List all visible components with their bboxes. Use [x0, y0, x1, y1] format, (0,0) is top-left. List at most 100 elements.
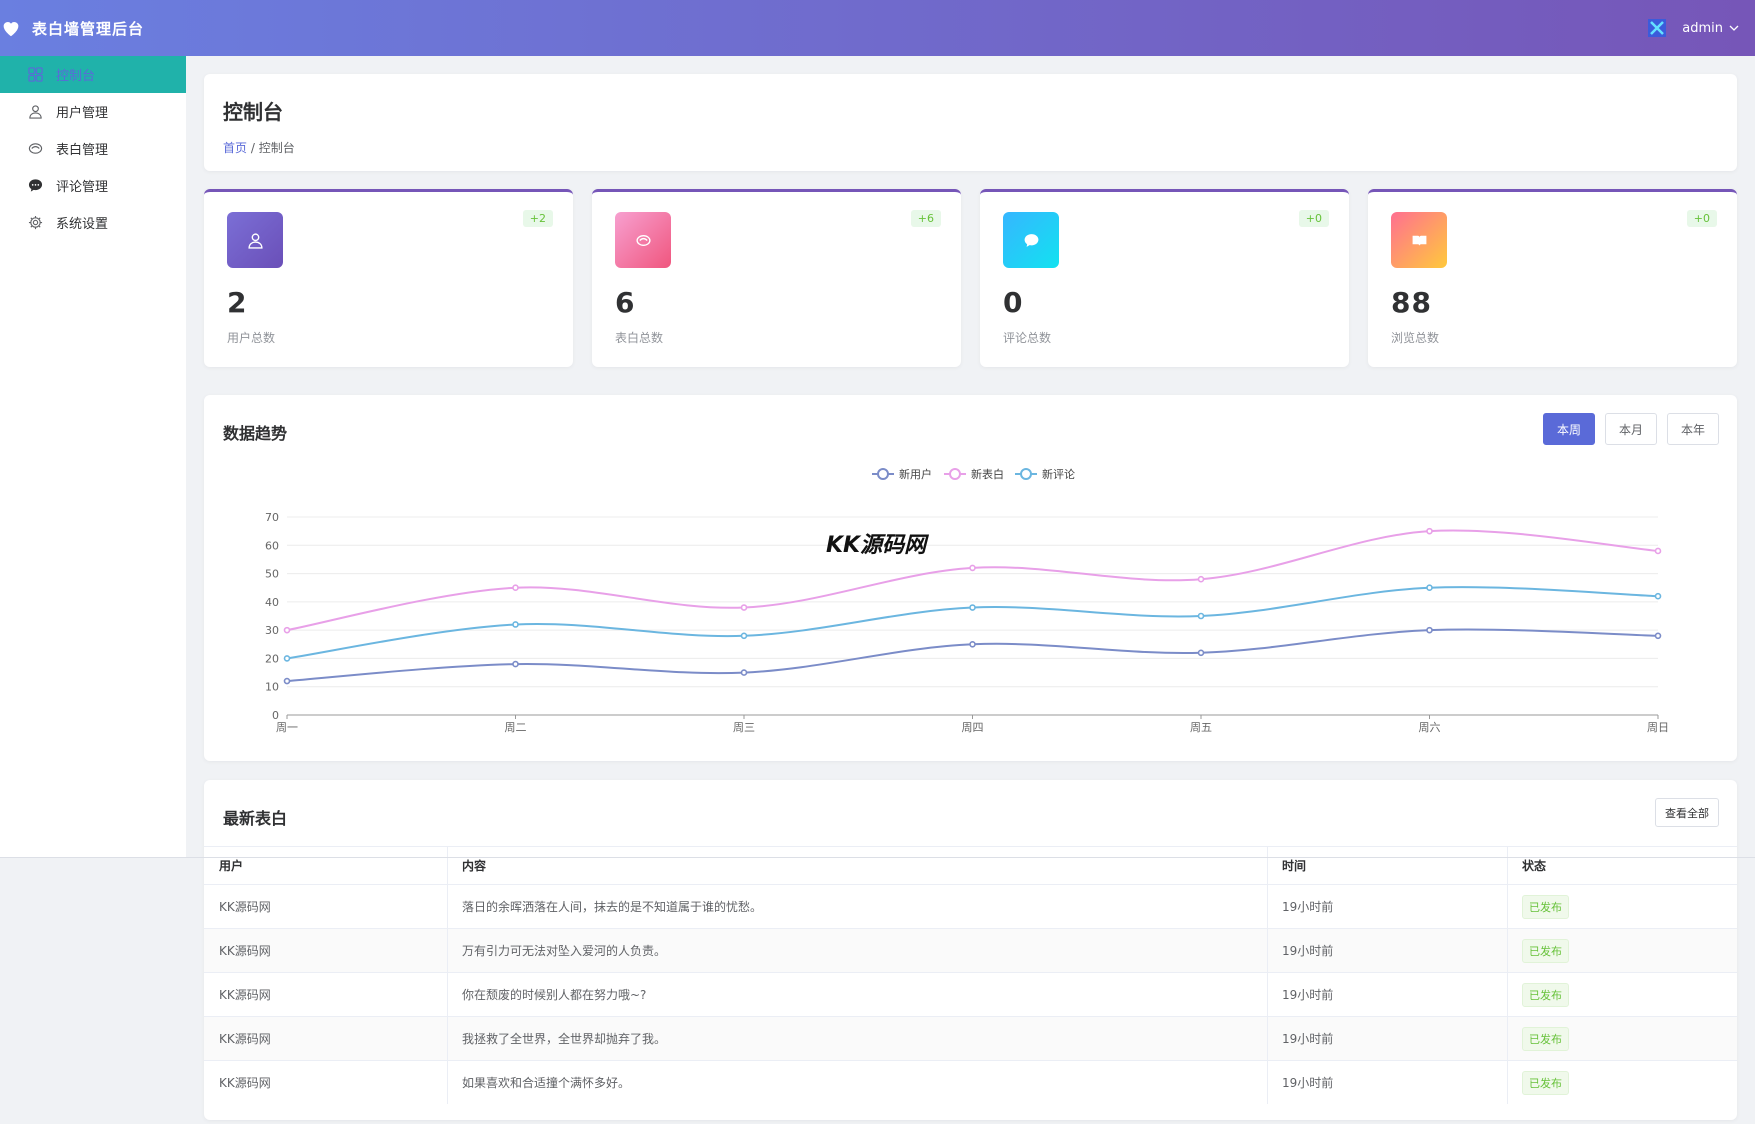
gear-icon — [28, 215, 43, 230]
data-point — [1426, 527, 1433, 535]
stat-card-confessions: +6 6 表白总数 — [592, 189, 961, 367]
y-tick-label: 70 — [265, 511, 279, 524]
stat-label: 表白总数 — [615, 331, 664, 345]
data-point — [740, 604, 748, 611]
sidebar-item-label: 表白管理 — [56, 143, 109, 158]
y-tick-label: 30 — [265, 624, 279, 637]
book-icon — [1412, 235, 1426, 246]
range-week-button[interactable]: 本周 — [1542, 413, 1595, 445]
view-all-button[interactable]: 查看全部 — [1655, 798, 1719, 827]
cell-content: 落日的余晖洒落在人间，抹去的是不知道属于谁的忧愁。 — [448, 885, 1268, 928]
sidebar-item-label: 评论管理 — [56, 180, 109, 195]
cell-user: KK源码网 — [204, 973, 448, 1016]
cell-content: 我拯救了全世界，全世界却抛弃了我。 — [448, 1017, 1268, 1060]
y-tick-label: 50 — [265, 568, 279, 581]
cell-time: 19小时前 — [1268, 973, 1508, 1016]
stat-card-views: +0 88 浏览总数 — [1368, 189, 1737, 367]
table-row[interactable]: KK源码网 我拯救了全世界，全世界却抛弃了我。 19小时前 已发布 — [204, 1016, 1737, 1060]
table-row[interactable]: KK源码网 落日的余晖洒落在人间，抹去的是不知道属于谁的忧愁。 19小时前 已发… — [204, 884, 1737, 928]
data-point — [1197, 649, 1205, 657]
stat-label: 浏览总数 — [1391, 331, 1440, 345]
cell-user: KK源码网 — [204, 929, 448, 972]
cell-time: 19小时前 — [1268, 929, 1508, 972]
sidebar-item-confessions[interactable]: 表白管理 — [0, 130, 186, 167]
sidebar-item-comments[interactable]: 评论管理 — [0, 167, 186, 204]
range-month-button[interactable]: 本月 — [1604, 413, 1657, 445]
heart-icon — [635, 234, 651, 246]
breadcrumb: 首页 / 控制台 — [223, 139, 1718, 156]
sidebar-item-settings[interactable]: 系统设置 — [0, 204, 186, 241]
cell-content: 你在颓废的时候别人都在努力哦~? — [448, 973, 1268, 1016]
data-point — [512, 584, 519, 592]
top-bar: 表白墙管理后台 admin — [0, 0, 1755, 56]
latest-card: 最新表白 查看全部 用户 内容 时间 状态 KK源码网 落日的余晖洒落在人间，抹… — [204, 780, 1737, 1120]
x-tick-label: 周一 — [276, 721, 298, 734]
table-row[interactable]: KK源码网 如果喜欢和合适撞个满怀多好。 19小时前 已发布 — [204, 1060, 1737, 1104]
chevron-down-icon — [1729, 25, 1739, 31]
app-title: 表白墙管理后台 — [32, 19, 145, 38]
stat-badge: +2 — [522, 210, 553, 227]
stats-row: +2 2 用户总数 +6 6 表白总数 +0 0 评论总数 +0 88 浏览总数 — [204, 189, 1737, 367]
table-header: 用户 内容 时间 状态 — [204, 846, 1737, 884]
main-content: 控制台 首页 / 控制台 +2 2 用户总数 +6 6 表白总数 +0 0 评论… — [204, 74, 1737, 1120]
column-header[interactable]: 用户 — [204, 847, 448, 884]
user-menu[interactable]: admin — [1648, 0, 1739, 56]
comment-icon — [1024, 233, 1038, 247]
trend-title: 数据趋势 — [223, 424, 288, 443]
latest-title: 最新表白 — [223, 809, 288, 828]
column-header[interactable]: 状态 — [1508, 847, 1737, 884]
column-header[interactable]: 内容 — [448, 847, 1268, 884]
series-line-1 — [286, 628, 1659, 683]
sidebar-item-dashboard[interactable]: 控制台 — [0, 56, 186, 93]
user-icon — [28, 104, 43, 119]
user-icon — [247, 232, 263, 249]
x-tick-label: 周日 — [1647, 721, 1669, 734]
stat-value: 0 — [1003, 286, 1024, 319]
data-point — [1654, 632, 1662, 640]
table-row[interactable]: KK源码网 万有引力可无法对坠入爱河的人负责。 19小时前 已发布 — [204, 928, 1737, 972]
table-row[interactable]: KK源码网 你在颓废的时候别人都在努力哦~? 19小时前 已发布 — [204, 972, 1737, 1016]
sidebar-item-label: 控制台 — [56, 69, 96, 84]
range-year-button[interactable]: 本年 — [1666, 413, 1719, 445]
column-header[interactable]: 时间 — [1268, 847, 1508, 884]
trend-chart: 010203040506070周一 周二 周三 周四 周五 周六 周日新用户 新表白 新评论 — [265, 467, 1669, 734]
legend-label: 新评论 — [1042, 467, 1075, 481]
stat-label: 用户总数 — [227, 331, 276, 345]
data-point — [740, 632, 748, 640]
x-tick-label: 周二 — [505, 721, 527, 734]
data-point — [283, 655, 291, 662]
stat-badge: +0 — [1686, 210, 1717, 227]
breadcrumb-home[interactable]: 首页 — [223, 141, 247, 155]
data-point — [283, 677, 291, 685]
x-tick-label: 周三 — [733, 721, 755, 734]
latest-table: 用户 内容 时间 状态 KK源码网 落日的余晖洒落在人间，抹去的是不知道属于谁的… — [204, 846, 1737, 1104]
sidebar-item-users[interactable]: 用户管理 — [0, 93, 186, 130]
cell-time: 19小时前 — [1268, 1061, 1508, 1104]
stat-icon — [615, 212, 671, 268]
comment-icon — [28, 178, 43, 193]
y-tick-label: 40 — [265, 596, 279, 609]
status-badge: 已发布 — [1522, 1070, 1569, 1095]
series-line-3 — [286, 586, 1659, 660]
cell-content: 如果喜欢和合适撞个满怀多好。 — [448, 1061, 1268, 1104]
data-point — [1426, 626, 1433, 634]
sidebar-item-label: 用户管理 — [56, 106, 109, 121]
legend-marker — [949, 468, 961, 480]
brand[interactable]: 表白墙管理后台 — [0, 0, 144, 56]
status-badge: 已发布 — [1522, 982, 1569, 1007]
data-point — [969, 564, 976, 572]
heart-icon — [3, 22, 19, 37]
stat-value: 2 — [227, 286, 248, 319]
x-tick-label: 周五 — [1190, 721, 1212, 734]
breadcrumb-current: 控制台 — [258, 141, 295, 155]
stat-card-users: +2 2 用户总数 — [204, 189, 573, 367]
stat-value: 6 — [615, 286, 636, 319]
data-point — [1197, 575, 1205, 583]
data-point — [512, 621, 519, 628]
data-point — [1197, 612, 1205, 620]
data-point — [1654, 547, 1662, 555]
stat-badge: +6 — [910, 210, 941, 227]
stat-icon — [1003, 212, 1059, 268]
data-point — [1654, 592, 1662, 600]
data-point — [512, 660, 519, 668]
